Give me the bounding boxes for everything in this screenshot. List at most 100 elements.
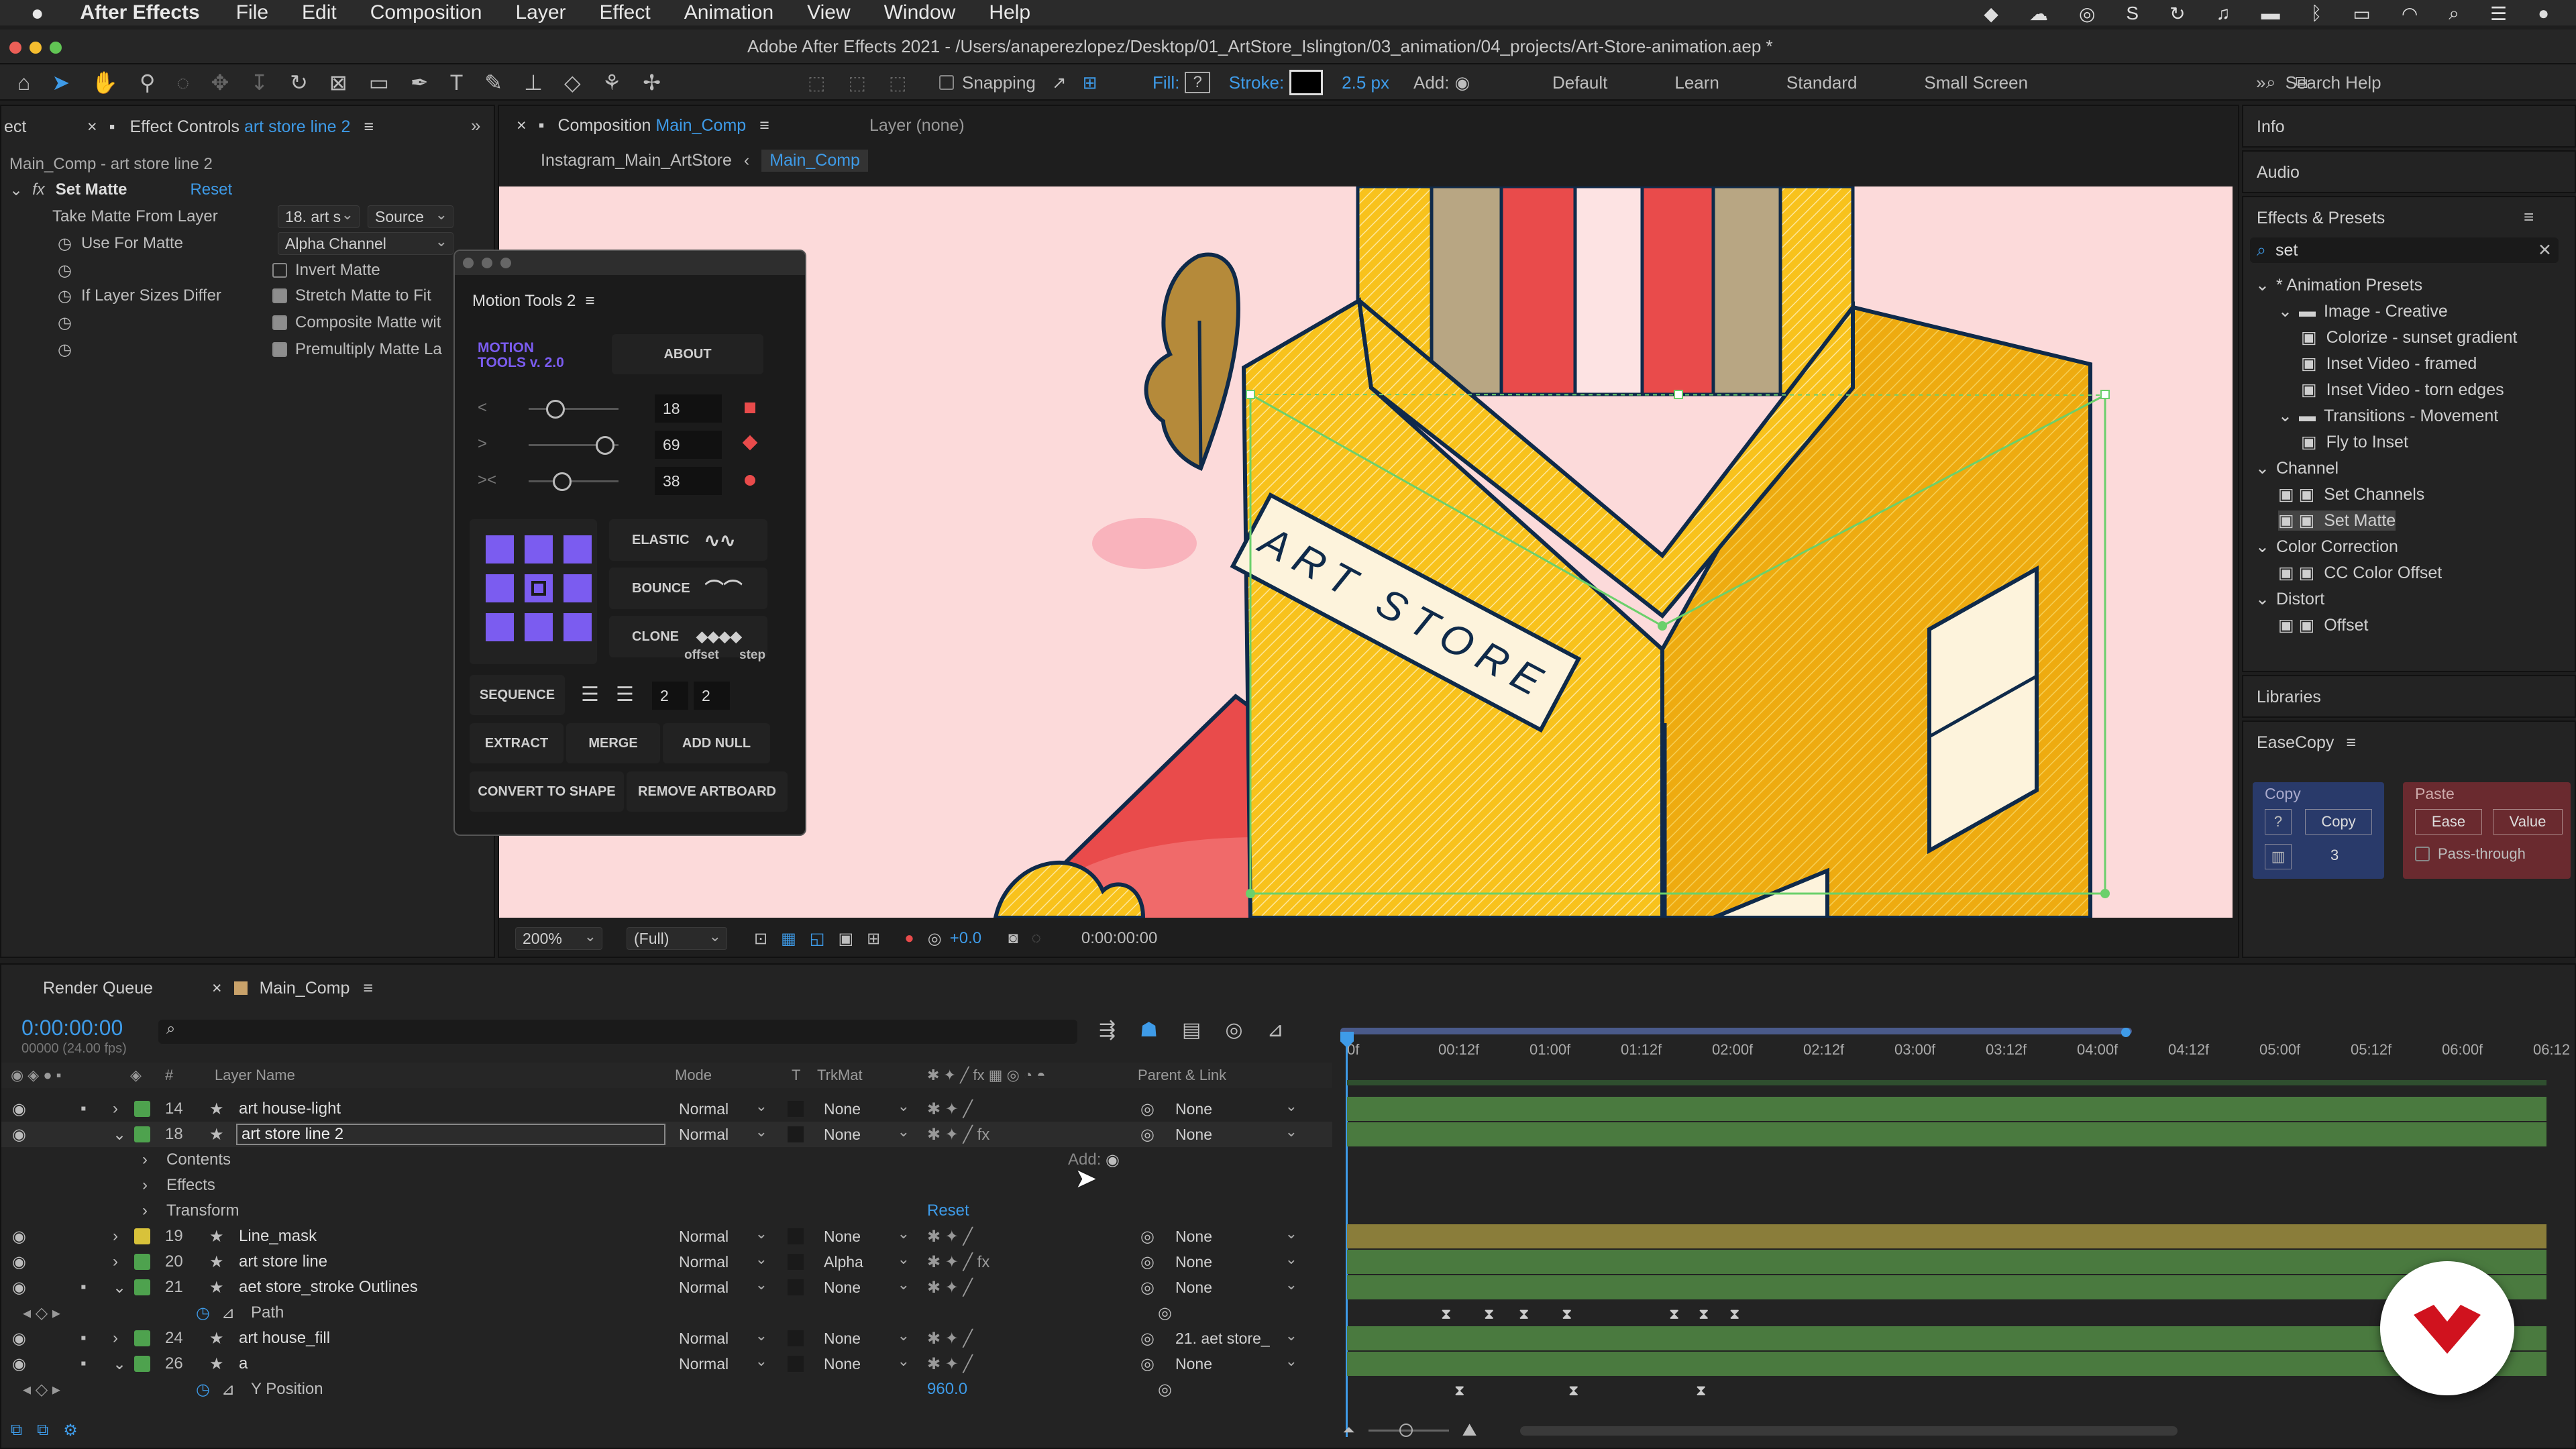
trash-icon[interactable]: ▥ bbox=[2265, 844, 2292, 869]
composite-matte-checkbox[interactable] bbox=[272, 315, 287, 330]
layer-duration-bar[interactable] bbox=[1347, 1097, 2546, 1121]
libraries-tab[interactable]: Libraries bbox=[2257, 682, 2321, 712]
panel-menu-icon[interactable]: ≡ bbox=[2524, 207, 2534, 227]
snap-edges-icon[interactable]: ↗ bbox=[1052, 72, 1067, 93]
elastic-button[interactable]: ELASTIC ∿∿ bbox=[609, 519, 767, 561]
blend-mode-dropdown[interactable]: Normal bbox=[672, 1097, 773, 1120]
parent-pickwhip-icon[interactable]: ◎ bbox=[1140, 1252, 1155, 1272]
blend-mode-dropdown[interactable]: Normal bbox=[672, 1225, 773, 1248]
anchor-middle-left[interactable] bbox=[486, 574, 514, 602]
skype-icon[interactable]: S bbox=[2126, 3, 2139, 25]
keyframe-nav-icon[interactable]: ◂ ◇ ▸ bbox=[23, 1303, 60, 1323]
search-help-box[interactable]: ⌕ Search Help bbox=[2266, 64, 2381, 101]
effects-tree-item[interactable]: ▣ ▣ Set Channels bbox=[2278, 484, 2424, 504]
bounce-button[interactable]: BOUNCE ⌒⌒ bbox=[609, 568, 767, 609]
effects-tree-item[interactable]: ⌄ Distort bbox=[2255, 589, 2324, 609]
anchor-bottom-right[interactable] bbox=[564, 613, 592, 641]
property-row[interactable]: › Transform Reset bbox=[1, 1198, 1332, 1224]
zoom-window-button[interactable] bbox=[50, 42, 62, 54]
layer-switches[interactable]: ✱ ✦ ╱ bbox=[927, 1329, 973, 1348]
eye-icon[interactable]: ◉ bbox=[12, 1125, 26, 1144]
copy-button[interactable]: Copy bbox=[2305, 809, 2372, 835]
label-color-swatch[interactable] bbox=[134, 1101, 150, 1117]
layer-name[interactable]: a bbox=[239, 1354, 248, 1373]
motion-tools-close[interactable] bbox=[463, 258, 474, 268]
effects-tree-item[interactable]: ⌄ * Animation Presets bbox=[2255, 275, 2422, 295]
layer-tab[interactable]: Layer (none) bbox=[869, 110, 965, 141]
keyframe-marker[interactable]: ⧗ bbox=[1484, 1305, 1494, 1323]
workspace-standard[interactable]: Standard bbox=[1786, 72, 1858, 93]
parent-pickwhip-icon[interactable]: ◎ bbox=[1140, 1329, 1155, 1348]
pass-through-checkbox[interactable] bbox=[2415, 847, 2430, 861]
expand-chevron-icon[interactable]: › bbox=[113, 1099, 118, 1118]
effect-controls-tab[interactable]: × ▪ Effect Controls art store line 2 ≡ bbox=[87, 111, 374, 142]
zoom-out-icon[interactable]: ⏶ bbox=[1343, 1421, 1355, 1439]
stopwatch-icon[interactable]: ◷ bbox=[58, 286, 72, 306]
property-group-name[interactable]: Effects bbox=[166, 1176, 215, 1195]
stopwatch-icon[interactable]: ◷ bbox=[58, 234, 72, 254]
preserve-transparency-box[interactable] bbox=[788, 1254, 804, 1270]
channel-icon[interactable]: ● bbox=[904, 929, 914, 948]
panel-menu-icon[interactable]: ≡ bbox=[364, 117, 374, 137]
stopwatch-icon[interactable]: ◷ bbox=[196, 1303, 210, 1323]
effects-search-value[interactable]: set bbox=[2275, 241, 2298, 260]
sync-icon[interactable]: ↻ bbox=[2169, 3, 2185, 25]
lock-icon[interactable]: ▪ bbox=[80, 1099, 87, 1118]
preserve-transparency-box[interactable] bbox=[788, 1126, 804, 1142]
work-area-end-marker[interactable] bbox=[2121, 1028, 2131, 1037]
flag-icon[interactable]: ▬ bbox=[2261, 3, 2280, 25]
anchor-bottom-center[interactable] bbox=[525, 613, 553, 641]
shy-layers-icon[interactable]: ☗ bbox=[1140, 1018, 1158, 1042]
track-matte-dropdown[interactable]: Alpha bbox=[817, 1250, 915, 1273]
headphones-icon[interactable]: ♫ bbox=[2216, 3, 2231, 25]
effects-tree-item[interactable]: ▣ ▣ CC Color Offset bbox=[2278, 563, 2442, 583]
paste-value-button[interactable]: Value bbox=[2493, 809, 2563, 835]
audio-panel[interactable]: Audio bbox=[2242, 150, 2576, 193]
layer-row[interactable]: ◉ ▪ › 14 ★ art house-light Normal None ✱ ✦ ╱ ◎ No… bbox=[1, 1096, 1332, 1122]
stopwatch-icon[interactable]: ◷ bbox=[58, 313, 72, 333]
anchor-tool-icon[interactable]: ⊠ bbox=[329, 70, 347, 95]
exposure-value[interactable]: +0.0 bbox=[950, 929, 981, 948]
ease-both-circle-icon[interactable] bbox=[745, 475, 755, 486]
layer-row[interactable]: ◉ › 20 ★ art store line Normal Alpha ✱ ✦ ╱ fx ◎ N… bbox=[1, 1249, 1332, 1275]
label-color-swatch[interactable] bbox=[134, 1254, 150, 1270]
render-queue-tab[interactable]: Render Queue bbox=[43, 973, 153, 1004]
property-value[interactable]: 960.0 bbox=[927, 1380, 967, 1399]
effects-tree-item[interactable]: ▣ ▣ Set Matte bbox=[2278, 511, 2396, 531]
close-window-button[interactable] bbox=[9, 42, 21, 54]
menu-view[interactable]: View bbox=[807, 1, 850, 24]
about-button[interactable]: ABOUT bbox=[612, 334, 763, 374]
paste-ease-button[interactable]: Ease bbox=[2415, 809, 2482, 835]
chevron-left-icon[interactable]: ‹ bbox=[744, 151, 749, 170]
label-color-swatch[interactable] bbox=[134, 1356, 150, 1372]
eraser-tool-icon[interactable]: ◇ bbox=[564, 70, 581, 95]
cloud-icon[interactable]: ☁ bbox=[2029, 3, 2048, 25]
eye-icon[interactable]: ◉ bbox=[12, 1329, 26, 1348]
track-matte-dropdown[interactable]: None bbox=[817, 1225, 915, 1248]
show-snapshot-icon[interactable]: ◌ bbox=[1032, 929, 1041, 948]
layer-row[interactable]: ◉ › 19 ★ Line_mask Normal None ✱ ✦ ╱ ◎ None bbox=[1, 1224, 1332, 1249]
battery-icon[interactable]: ▭ bbox=[2353, 3, 2370, 25]
panel-menu-icon[interactable]: ≡ bbox=[2346, 733, 2356, 753]
workspace-learn[interactable]: Learn bbox=[1674, 72, 1719, 93]
menu-animation[interactable]: Animation bbox=[684, 1, 773, 24]
layer-row[interactable]: ◉ ▪ ⌄ 26 ★ a Normal None ✱ ✦ ╱ ◎ None bbox=[1, 1351, 1332, 1377]
add-content-icon[interactable]: ◉ bbox=[1106, 1150, 1120, 1170]
motion-tools-minimize[interactable] bbox=[482, 258, 492, 268]
expand-chevron-icon[interactable]: › bbox=[113, 1227, 118, 1246]
expand-chevron-icon[interactable]: ⌄ bbox=[113, 1278, 126, 1297]
expand-chevron-icon[interactable]: › bbox=[142, 1150, 148, 1169]
expression-pickwhip-icon[interactable]: ◎ bbox=[1158, 1380, 1172, 1399]
sequence-step-input[interactable]: 2 bbox=[694, 682, 730, 710]
region-of-interest-icon[interactable]: ⊡ bbox=[754, 929, 767, 949]
dolly-tool-icon[interactable]: ↧ bbox=[250, 70, 268, 95]
add-null-button[interactable]: ADD NULL bbox=[663, 723, 770, 763]
track-matte-dropdown[interactable]: None bbox=[817, 1097, 915, 1120]
lock-icon[interactable]: ▪ bbox=[539, 116, 545, 136]
menu-window[interactable]: Window bbox=[884, 1, 956, 24]
menu-effect[interactable]: Effect bbox=[600, 1, 651, 24]
keyframe-marker[interactable]: ⧗ bbox=[1568, 1382, 1578, 1399]
property-row[interactable]: › Contents Add: ◉ bbox=[1, 1147, 1332, 1173]
home-icon[interactable]: ⌂ bbox=[17, 70, 30, 95]
snapping-checkbox[interactable] bbox=[939, 75, 954, 90]
